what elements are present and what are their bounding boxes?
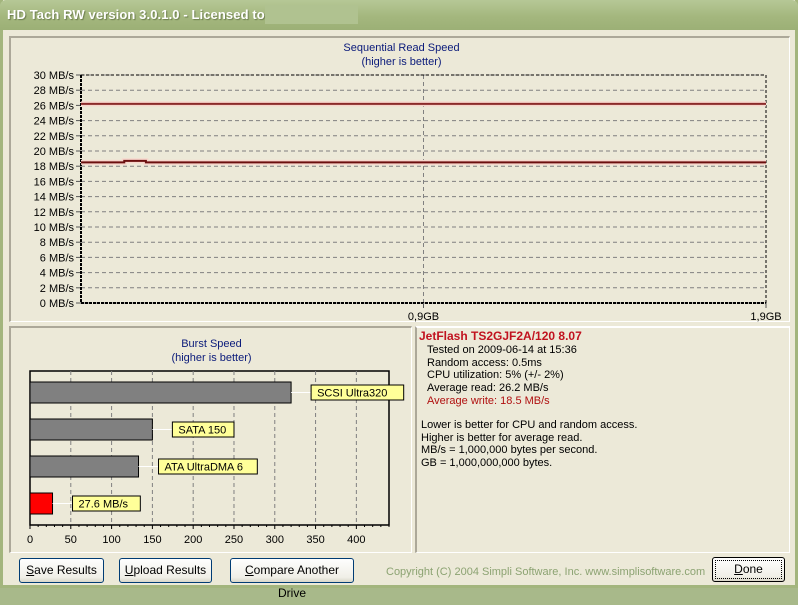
notes: Lower is better for CPU and random acces… bbox=[419, 419, 637, 470]
y-tick-label: 28 MB/s bbox=[34, 85, 75, 97]
y-tick-label: 20 MB/s bbox=[34, 146, 75, 158]
save-results-label: Save Results bbox=[26, 563, 97, 577]
y-tick-label: 30 MB/s bbox=[34, 70, 75, 82]
bar-label: ATA UltraDMA 6 bbox=[165, 462, 243, 474]
x-tick-label: 50 bbox=[65, 534, 77, 546]
burst-bar bbox=[29, 381, 292, 404]
upload-results-button[interactable]: Upload Results bbox=[119, 558, 212, 583]
burst-bar bbox=[29, 418, 153, 441]
y-tick-label: 26 MB/s bbox=[34, 100, 75, 112]
x-tick-label: 100 bbox=[102, 534, 120, 546]
y-tick-label: 24 MB/s bbox=[34, 116, 75, 128]
copyright-text: Copyright (C) 2004 Simpli Software, Inc.… bbox=[386, 566, 706, 578]
bar-label: SATA 150 bbox=[178, 425, 226, 437]
burst-bar bbox=[29, 492, 54, 515]
y-tick-label: 4 MB/s bbox=[40, 268, 75, 280]
x-tick-label: 300 bbox=[266, 534, 284, 546]
upload-results-label: Upload Results bbox=[124, 563, 207, 577]
y-tick-label: 8 MB/s bbox=[40, 237, 75, 249]
y-tick-label: 6 MB/s bbox=[40, 252, 75, 264]
burst-speed-chart: 0 50 100 150 200 250 300 350 400 SCSI Ultra320 SAT… bbox=[27, 370, 405, 546]
sequential-read-panel: Sequential Read Speed (higher is better)… bbox=[9, 36, 790, 323]
x-tick-label: 0,9GB bbox=[408, 311, 439, 323]
note-line: MB/s = 1,000,000 bytes per second. bbox=[421, 444, 598, 457]
save-results-button[interactable]: Save Results bbox=[19, 558, 104, 583]
y-tick-label: 22 MB/s bbox=[34, 131, 75, 143]
random-access: Random access: 0.5ms bbox=[427, 356, 542, 369]
done-button[interactable]: Done bbox=[712, 557, 785, 582]
bar-label: SCSI Ultra320 bbox=[317, 388, 387, 400]
x-tick-label: 200 bbox=[184, 534, 202, 546]
compare-another-drive-button[interactable]: Compare Another Drive bbox=[230, 558, 354, 600]
average-read: Average read: 26.2 MB/s bbox=[427, 382, 549, 395]
bar-label: 27.6 MB/s bbox=[79, 499, 129, 511]
y-tick-label: 12 MB/s bbox=[34, 207, 75, 219]
y-tick-label: 0 MB/s bbox=[40, 298, 75, 310]
x-tick-label: 250 bbox=[225, 534, 243, 546]
tested-date: Tested on 2009-06-14 at 15:36 bbox=[427, 343, 577, 356]
compare-another-drive-label: Compare Another Drive bbox=[244, 563, 340, 600]
x-tick-label: 0 bbox=[27, 534, 33, 546]
sequential-read-chart: 0 MB/s 2 MB/s 4 MB/s 6 MB/s 8 MB/s 10 MB/s 12 … bbox=[34, 70, 782, 323]
average-write: Average write: 18.5 MB/s bbox=[427, 394, 550, 407]
cpu-utilization: CPU utilization: 5% (+/- 2%) bbox=[427, 369, 564, 382]
x-tick-label: 400 bbox=[347, 534, 365, 546]
results-info-panel: JetFlash TS2GJF2A/120 8.07 Tested on 200… bbox=[415, 326, 790, 553]
burst-speed-panel: Burst Speed (higher is better) 0 50 100 150… bbox=[9, 326, 412, 553]
y-tick-label: 10 MB/s bbox=[34, 222, 75, 234]
y-tick-label: 14 MB/s bbox=[34, 192, 75, 204]
y-tick-label: 16 MB/s bbox=[34, 176, 75, 188]
window-title: HD Tach RW version 3.0.1.0 - Licensed to bbox=[7, 7, 265, 22]
y-tick-label: 2 MB/s bbox=[40, 283, 75, 295]
title-bar[interactable]: HD Tach RW version 3.0.1.0 - Licensed to bbox=[0, 0, 798, 30]
note-line: Lower is better for CPU and random acces… bbox=[421, 418, 638, 431]
license-name-redacted bbox=[265, 5, 358, 24]
burst-bar bbox=[29, 455, 140, 478]
x-tick-label: 350 bbox=[306, 534, 324, 546]
x-tick-label: 1,9GB bbox=[750, 311, 781, 323]
drive-name: JetFlash TS2GJF2A/120 8.07 bbox=[419, 329, 582, 343]
y-tick-label: 18 MB/s bbox=[34, 161, 75, 173]
note-line: Higher is better for average read. bbox=[421, 431, 583, 444]
x-tick-label: 150 bbox=[143, 534, 161, 546]
focus-rect bbox=[715, 560, 782, 579]
note-line: GB = 1,000,000,000 bytes. bbox=[421, 457, 553, 470]
